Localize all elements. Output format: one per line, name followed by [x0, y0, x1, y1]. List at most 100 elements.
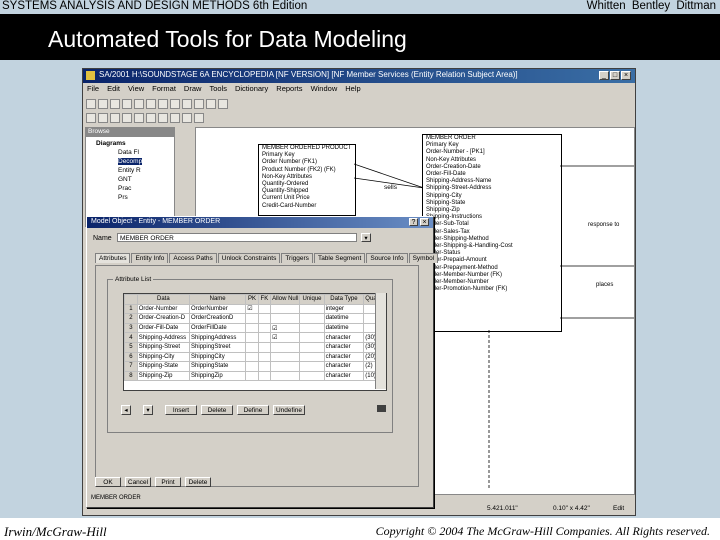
- menu-draw[interactable]: Draw: [184, 84, 202, 93]
- table-cell[interactable]: [270, 361, 301, 372]
- zoom-in-icon[interactable]: [182, 99, 192, 109]
- table-cell[interactable]: [245, 351, 259, 363]
- table-cell[interactable]: [257, 341, 272, 353]
- menu-window[interactable]: Window: [311, 84, 338, 93]
- table-cell[interactable]: datetime: [323, 322, 365, 334]
- table-cell[interactable]: [245, 322, 259, 334]
- table-cell[interactable]: [299, 322, 325, 334]
- table-cell[interactable]: OrderCreationD: [189, 313, 247, 324]
- cancel-button[interactable]: Cancel: [125, 477, 151, 487]
- tab-table-segment[interactable]: Table Segment: [313, 253, 366, 263]
- entity-member-order[interactable]: MEMBER ORDER Primary Key Order-Number - …: [422, 134, 562, 332]
- table-cell[interactable]: [257, 370, 272, 382]
- line-icon[interactable]: [98, 113, 108, 123]
- box-icon[interactable]: [110, 113, 120, 123]
- tree-item[interactable]: Entity R: [118, 167, 141, 174]
- table-cell[interactable]: [270, 351, 301, 363]
- table-cell[interactable]: datetime: [323, 313, 365, 324]
- table-cell[interactable]: 8: [124, 370, 138, 382]
- table-cell[interactable]: 1: [124, 303, 138, 315]
- column-header[interactable]: FK: [257, 294, 272, 305]
- grid-scrollbar[interactable]: [375, 293, 386, 389]
- table-cell[interactable]: [245, 332, 259, 343]
- display-icon[interactable]: [377, 405, 386, 412]
- tab-access-paths[interactable]: Access Paths: [169, 253, 217, 263]
- menu-help[interactable]: Help: [345, 84, 360, 93]
- table-cell[interactable]: 3: [124, 322, 138, 334]
- table-row[interactable]: 7 Shipping-State ShippingState character (2): [124, 361, 386, 372]
- table-cell[interactable]: [257, 332, 272, 343]
- undo-icon[interactable]: [170, 99, 180, 109]
- table-cell[interactable]: Shipping-State: [136, 361, 191, 372]
- table-cell[interactable]: ShippingCity: [189, 351, 247, 363]
- table-row[interactable]: 1 Order-Number OrderNumber ☑ integer: [124, 303, 386, 315]
- table-cell[interactable]: 4: [124, 332, 138, 343]
- maximize-button[interactable]: □: [610, 71, 620, 80]
- menu-dictionary[interactable]: Dictionary: [235, 84, 268, 93]
- table-cell[interactable]: integer: [323, 303, 365, 315]
- table-cell[interactable]: [299, 370, 325, 382]
- table-cell[interactable]: 6: [124, 351, 138, 363]
- column-header[interactable]: Unique: [299, 294, 325, 305]
- table-cell[interactable]: [299, 313, 325, 324]
- tab-entity-info[interactable]: Entity Info: [131, 253, 169, 263]
- table-cell[interactable]: 7: [124, 361, 138, 372]
- tree-item[interactable]: Prs: [118, 194, 128, 201]
- cut-icon[interactable]: [134, 99, 144, 109]
- column-header[interactable]: PK: [245, 294, 259, 305]
- table-cell[interactable]: [299, 332, 325, 343]
- table-cell[interactable]: [257, 322, 272, 334]
- copy-icon[interactable]: [146, 99, 156, 109]
- menu-file[interactable]: File: [87, 84, 99, 93]
- arrow-icon[interactable]: [134, 113, 144, 123]
- table-cell[interactable]: Shipping-Zip: [136, 370, 191, 382]
- table-cell[interactable]: OrderNumber: [189, 303, 247, 315]
- table-cell[interactable]: [257, 351, 272, 363]
- table-cell[interactable]: [257, 361, 272, 372]
- grid-icon[interactable]: [170, 113, 180, 123]
- table-row[interactable]: 8 Shipping-Zip ShippingZip character (10): [124, 370, 386, 382]
- tree-item[interactable]: Diagrams: [96, 140, 126, 147]
- table-cell[interactable]: ShippingStreet: [189, 341, 247, 353]
- table-cell[interactable]: 2: [124, 313, 138, 324]
- delete-button[interactable]: Delete: [185, 477, 211, 487]
- table-row[interactable]: 6 Shipping-City ShippingCity character (20): [124, 351, 386, 363]
- table-cell[interactable]: ☑: [270, 322, 301, 334]
- column-header[interactable]: Data: [136, 294, 191, 305]
- delete-row-button[interactable]: Delete: [201, 405, 233, 415]
- align-icon[interactable]: [182, 113, 192, 123]
- table-cell[interactable]: [270, 313, 301, 324]
- table-row[interactable]: 4 Shipping-Address ShippingAddress ☑ charact…: [124, 332, 386, 343]
- column-header[interactable]: Name: [189, 294, 247, 305]
- table-cell[interactable]: Order-Number: [136, 303, 191, 315]
- column-header[interactable]: Data Type: [323, 294, 365, 305]
- table-cell[interactable]: [245, 341, 259, 353]
- new-icon[interactable]: [86, 99, 96, 109]
- tree-item[interactable]: Prac: [118, 185, 131, 192]
- table-cell[interactable]: ☑: [245, 303, 259, 315]
- insert-button[interactable]: Insert: [165, 405, 197, 415]
- table-cell[interactable]: [257, 313, 272, 324]
- text-icon[interactable]: [122, 113, 132, 123]
- print-button[interactable]: Print: [155, 477, 181, 487]
- table-cell[interactable]: [245, 313, 259, 324]
- undefine-button[interactable]: Undefine: [273, 405, 305, 415]
- tree-item[interactable]: GNT: [118, 176, 132, 183]
- tab-source-info[interactable]: Source Info: [366, 253, 408, 263]
- dialog-close-button[interactable]: ×: [420, 218, 429, 226]
- table-cell[interactable]: ShippingZip: [189, 370, 247, 382]
- entity-member-ordered-product[interactable]: MEMBER ORDERED PRODUCT Primary Key Order…: [258, 144, 356, 216]
- print-icon[interactable]: [122, 99, 132, 109]
- pointer-icon[interactable]: [86, 113, 96, 123]
- find-icon[interactable]: [206, 99, 216, 109]
- minimize-button[interactable]: _: [599, 71, 609, 80]
- column-header[interactable]: Allow Null: [270, 294, 301, 305]
- menu-reports[interactable]: Reports: [276, 84, 302, 93]
- tab-triggers[interactable]: Triggers: [281, 253, 313, 263]
- table-cell[interactable]: OrderFillDate: [189, 322, 247, 334]
- table-cell[interactable]: [299, 361, 325, 372]
- table-cell[interactable]: [257, 303, 272, 315]
- table-cell[interactable]: character: [323, 361, 365, 372]
- menu-edit[interactable]: Edit: [107, 84, 120, 93]
- table-cell[interactable]: Shipping-City: [136, 351, 191, 363]
